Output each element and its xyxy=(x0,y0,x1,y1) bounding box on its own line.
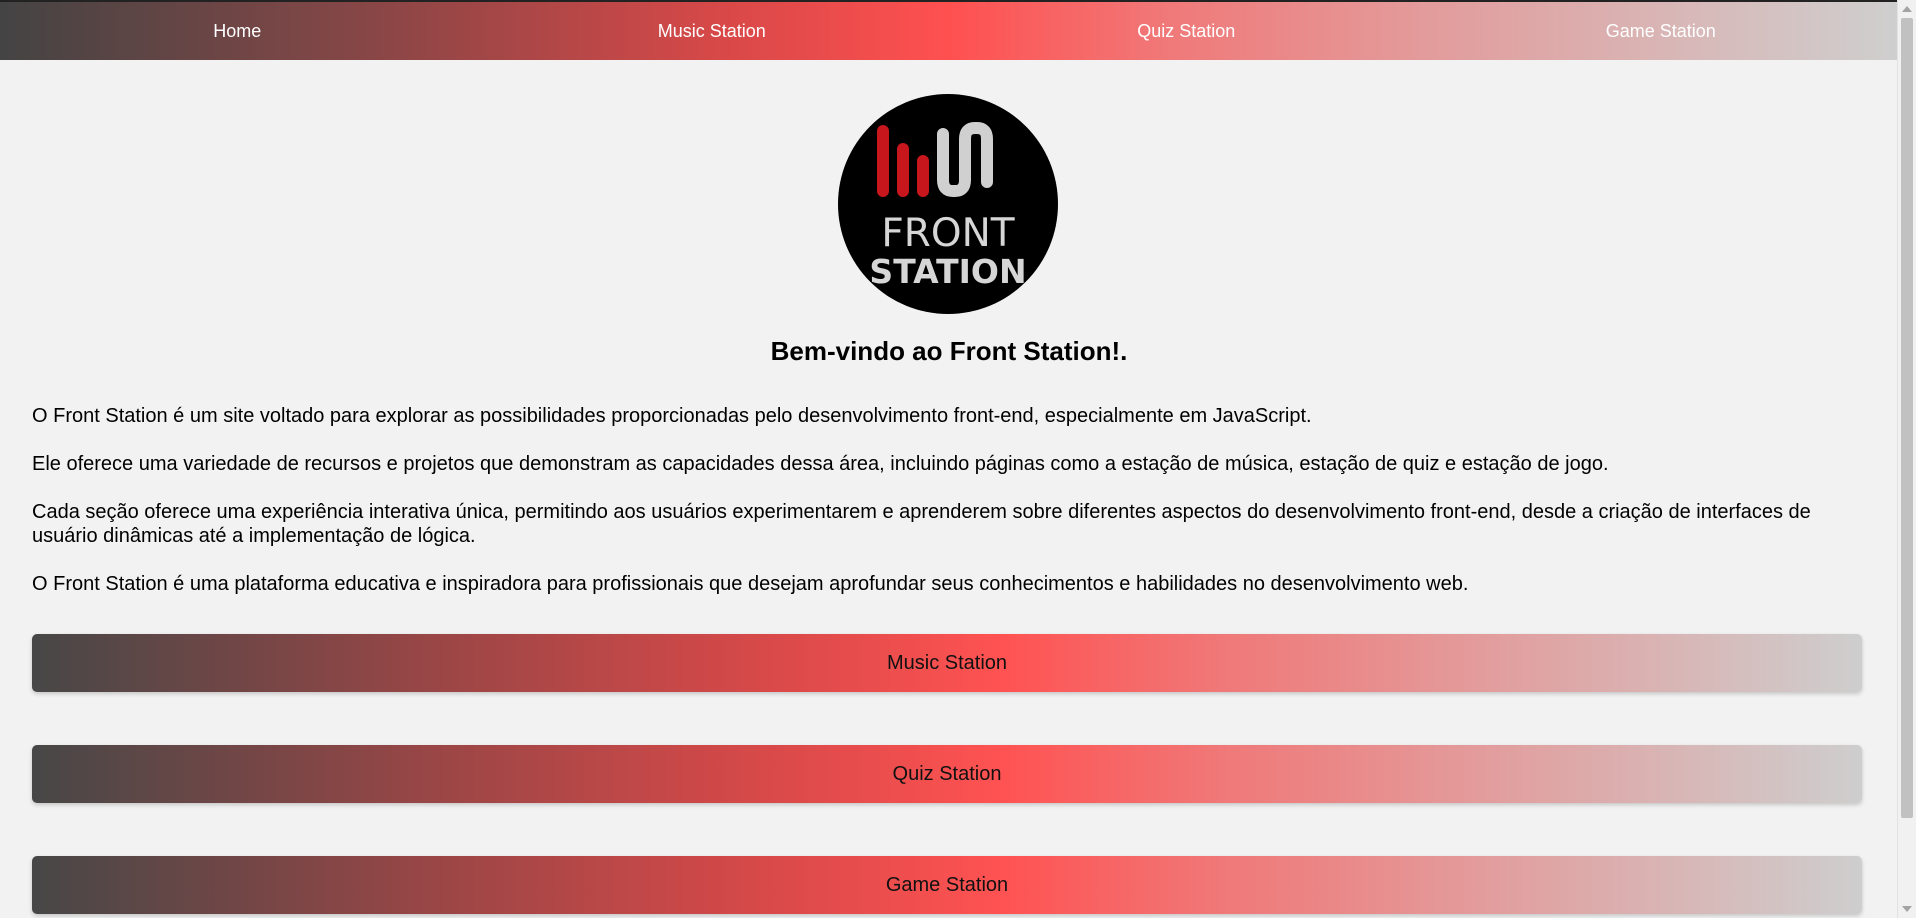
front-station-logo: FRONT STATION xyxy=(838,94,1058,314)
front-station-logo-graphic: FRONT STATION xyxy=(838,94,1058,314)
game-station-button[interactable]: Game Station xyxy=(32,856,1862,914)
logo-line2: STATION xyxy=(869,252,1026,291)
page: Home Music Station Quiz Station Game Sta… xyxy=(0,0,1916,918)
scrollbar-thumb[interactable] xyxy=(1901,18,1913,818)
intro-paragraph: O Front Station é um site voltado para e… xyxy=(32,405,1312,427)
intro-paragraph: Cada seção oferece uma experiência inter… xyxy=(32,501,1811,547)
nav-link-quiz-station[interactable]: Quiz Station xyxy=(949,21,1424,42)
intro-paragraph: O Front Station é uma plataforma educati… xyxy=(32,573,1469,595)
music-station-button[interactable]: Music Station xyxy=(32,634,1862,692)
intro-text: O Front Station é um site voltado para e… xyxy=(32,404,1862,620)
quiz-station-button[interactable]: Quiz Station xyxy=(32,745,1862,803)
intro-paragraph: Ele oferece uma variedade de recursos e … xyxy=(32,453,1609,475)
nav-link-home[interactable]: Home xyxy=(0,21,475,42)
top-navigation: Home Music Station Quiz Station Game Sta… xyxy=(0,0,1898,60)
scroll-up-arrow-icon[interactable] xyxy=(1902,6,1912,12)
scroll-down-arrow-icon[interactable] xyxy=(1902,906,1912,912)
nav-link-game-station[interactable]: Game Station xyxy=(1424,21,1899,42)
logo-line1: FRONT xyxy=(881,211,1014,256)
vertical-scrollbar[interactable] xyxy=(1897,0,1916,918)
nav-link-music-station[interactable]: Music Station xyxy=(475,21,950,42)
page-title: Bem-vindo ao Front Station!. xyxy=(770,336,1128,366)
